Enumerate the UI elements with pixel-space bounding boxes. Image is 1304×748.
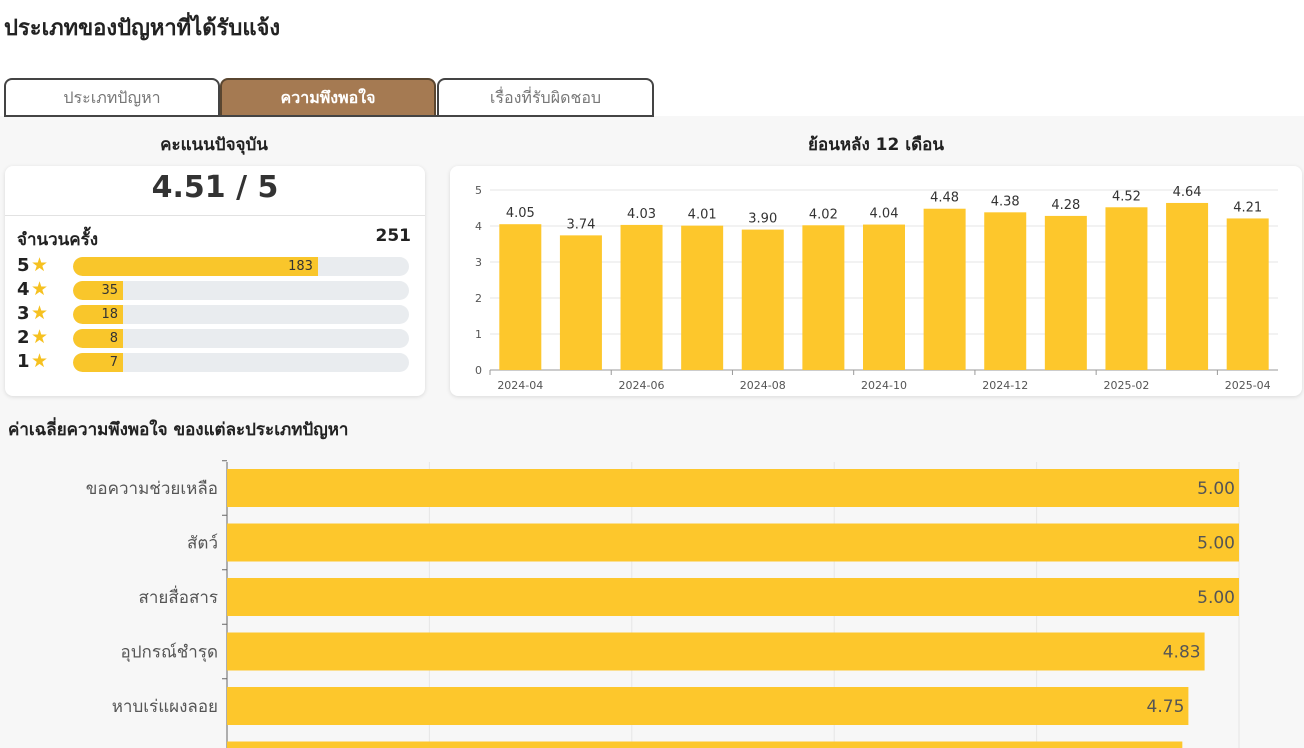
- current-score-title: คะแนนปัจจุบัน: [160, 135, 268, 155]
- y-tick-label: 4: [475, 220, 482, 233]
- rating-star-number: 3: [17, 303, 30, 324]
- score-value: 4.51 / 5: [151, 170, 279, 205]
- category-value-label: 5.00: [1197, 479, 1235, 499]
- month-bar: [499, 224, 542, 370]
- rating-row-5: 5 ★ 183: [17, 254, 417, 276]
- star-icon: ★: [31, 278, 49, 300]
- rating-count-bar: 7: [73, 353, 123, 372]
- tab-problem-type[interactable]: ประเภทปัญหา: [4, 78, 220, 116]
- bar-value-label: 3.90: [748, 212, 777, 227]
- category-value-label: 5.00: [1197, 588, 1235, 608]
- rating-row-1: 1 ★ 7: [17, 350, 417, 372]
- y-tick-label: 1: [475, 328, 482, 341]
- monthly-chart-title: ย้อนหลัง 12 เดือน: [808, 135, 944, 155]
- month-bar: [620, 224, 663, 370]
- month-bar: [1105, 207, 1148, 370]
- category-label: อุปกรณ์ชำรุด: [121, 643, 218, 663]
- month-bar: [863, 224, 905, 370]
- category-value-label: 4.83: [1163, 643, 1201, 663]
- month-bar: [1226, 218, 1269, 370]
- category-bar: [227, 632, 1205, 671]
- tab-satisfaction[interactable]: ความพึงพอใจ: [220, 78, 436, 116]
- x-tick-label: 2024-08: [740, 379, 786, 392]
- category-bar: [227, 687, 1189, 725]
- rating-track: 8: [73, 329, 409, 348]
- bar-value-label: 4.28: [1051, 198, 1080, 213]
- rating-track: 35: [73, 281, 409, 300]
- month-bar: [559, 235, 602, 370]
- category-chart-title: ค่าเฉลี่ยความพึงพอใจ ของแต่ละประเภทปัญหา: [8, 420, 349, 440]
- x-tick-label: 2025-02: [1103, 379, 1149, 392]
- monthly-bar-chart: 0 1 2 3 4 5 4.05 2024-04 3.74 4.03 2024-06 4.01 3.90…: [475, 184, 1278, 392]
- x-tick-label: 2025-04: [1225, 379, 1271, 392]
- tab-responsibility[interactable]: เรื่องที่รับผิดชอบ: [437, 78, 654, 116]
- count-value: 251: [375, 226, 412, 246]
- y-tick-label: 2: [475, 292, 482, 305]
- category-label: สัตว์: [187, 534, 218, 554]
- bar-value-label: 4.48: [930, 191, 959, 206]
- category-value-label: 5.00: [1197, 534, 1235, 554]
- star-icon: ★: [31, 350, 49, 372]
- rating-track: 183: [73, 257, 409, 276]
- rating-star-number: 1: [17, 351, 30, 372]
- rating-count-bar: 35: [73, 281, 123, 300]
- category-label: หาบเร่แผงลอย: [112, 697, 218, 717]
- bar-value-label: 4.64: [1173, 185, 1202, 200]
- category-bar: [227, 469, 1239, 507]
- month-bar: [741, 229, 784, 370]
- month-bar: [1044, 215, 1087, 370]
- rating-track: 18: [73, 305, 409, 324]
- star-icon: ★: [31, 326, 49, 348]
- bar-value-label: 4.52: [1112, 189, 1141, 204]
- y-tick-label: 0: [475, 364, 482, 377]
- y-tick-label: 3: [475, 256, 482, 269]
- rating-row-3: 3 ★ 18: [17, 302, 417, 324]
- category-label: ขอความช่วยเหลือ: [86, 479, 218, 499]
- bar-value-label: 3.74: [566, 217, 595, 232]
- bar-value-label: 4.04: [870, 207, 899, 222]
- month-bar: [984, 212, 1027, 370]
- month-bar: [1166, 202, 1209, 370]
- category-label: สายสื่อสาร: [138, 585, 218, 608]
- x-tick-label: 2024-04: [497, 379, 543, 392]
- bar-value-label: 4.05: [506, 206, 535, 221]
- rating-count-bar: 8: [73, 329, 123, 348]
- rating-star-number: 2: [17, 327, 30, 348]
- x-tick-label: 2024-10: [861, 379, 907, 392]
- category-bar: [227, 523, 1239, 562]
- rating-star-number: 5: [17, 255, 30, 276]
- category-bar-partial: [227, 741, 1183, 748]
- rating-count-bar: 18: [73, 305, 123, 324]
- bar-value-label: 4.38: [991, 194, 1020, 209]
- rating-count-bar: 183: [73, 257, 318, 276]
- category-bar-chart: ขอความช่วยเหลือ 5.00 สัตว์ 5.00 สายสื่อสาร 5.…: [86, 460, 1240, 748]
- bar-value-label: 4.21: [1233, 200, 1262, 215]
- rating-row-2: 2 ★ 8: [17, 326, 417, 348]
- month-bar: [923, 208, 966, 370]
- rating-track: 7: [73, 353, 409, 372]
- x-tick-label: 2024-12: [982, 379, 1028, 392]
- page-title: ประเภทของปัญหาที่ได้รับแจ้ง: [4, 10, 281, 45]
- current-score-card: 4.51 / 5 จำนวนครั้ง 251 5 ★ 183 4 ★ 35 3 ★ 18 2 ★ 8…: [5, 166, 425, 396]
- rating-star-number: 4: [17, 279, 30, 300]
- count-label: จำนวนครั้ง: [17, 230, 99, 250]
- bar-value-label: 4.02: [809, 207, 838, 222]
- category-bar: [227, 578, 1239, 616]
- score-divider: [5, 215, 425, 216]
- monthly-chart-card: 0 1 2 3 4 5 4.05 2024-04 3.74 4.03 2024-06 4.01 3.90…: [450, 166, 1302, 396]
- month-bar: [802, 225, 845, 370]
- rating-row-4: 4 ★ 35: [17, 278, 417, 300]
- month-bar: [681, 225, 724, 370]
- y-tick-label: 5: [475, 184, 482, 197]
- star-icon: ★: [31, 302, 49, 324]
- bar-value-label: 4.03: [627, 207, 656, 222]
- tab-underline: [4, 115, 654, 117]
- x-tick-label: 2024-06: [619, 379, 665, 392]
- star-icon: ★: [31, 254, 49, 276]
- bar-value-label: 4.01: [688, 208, 717, 223]
- category-value-label: 4.75: [1147, 697, 1185, 717]
